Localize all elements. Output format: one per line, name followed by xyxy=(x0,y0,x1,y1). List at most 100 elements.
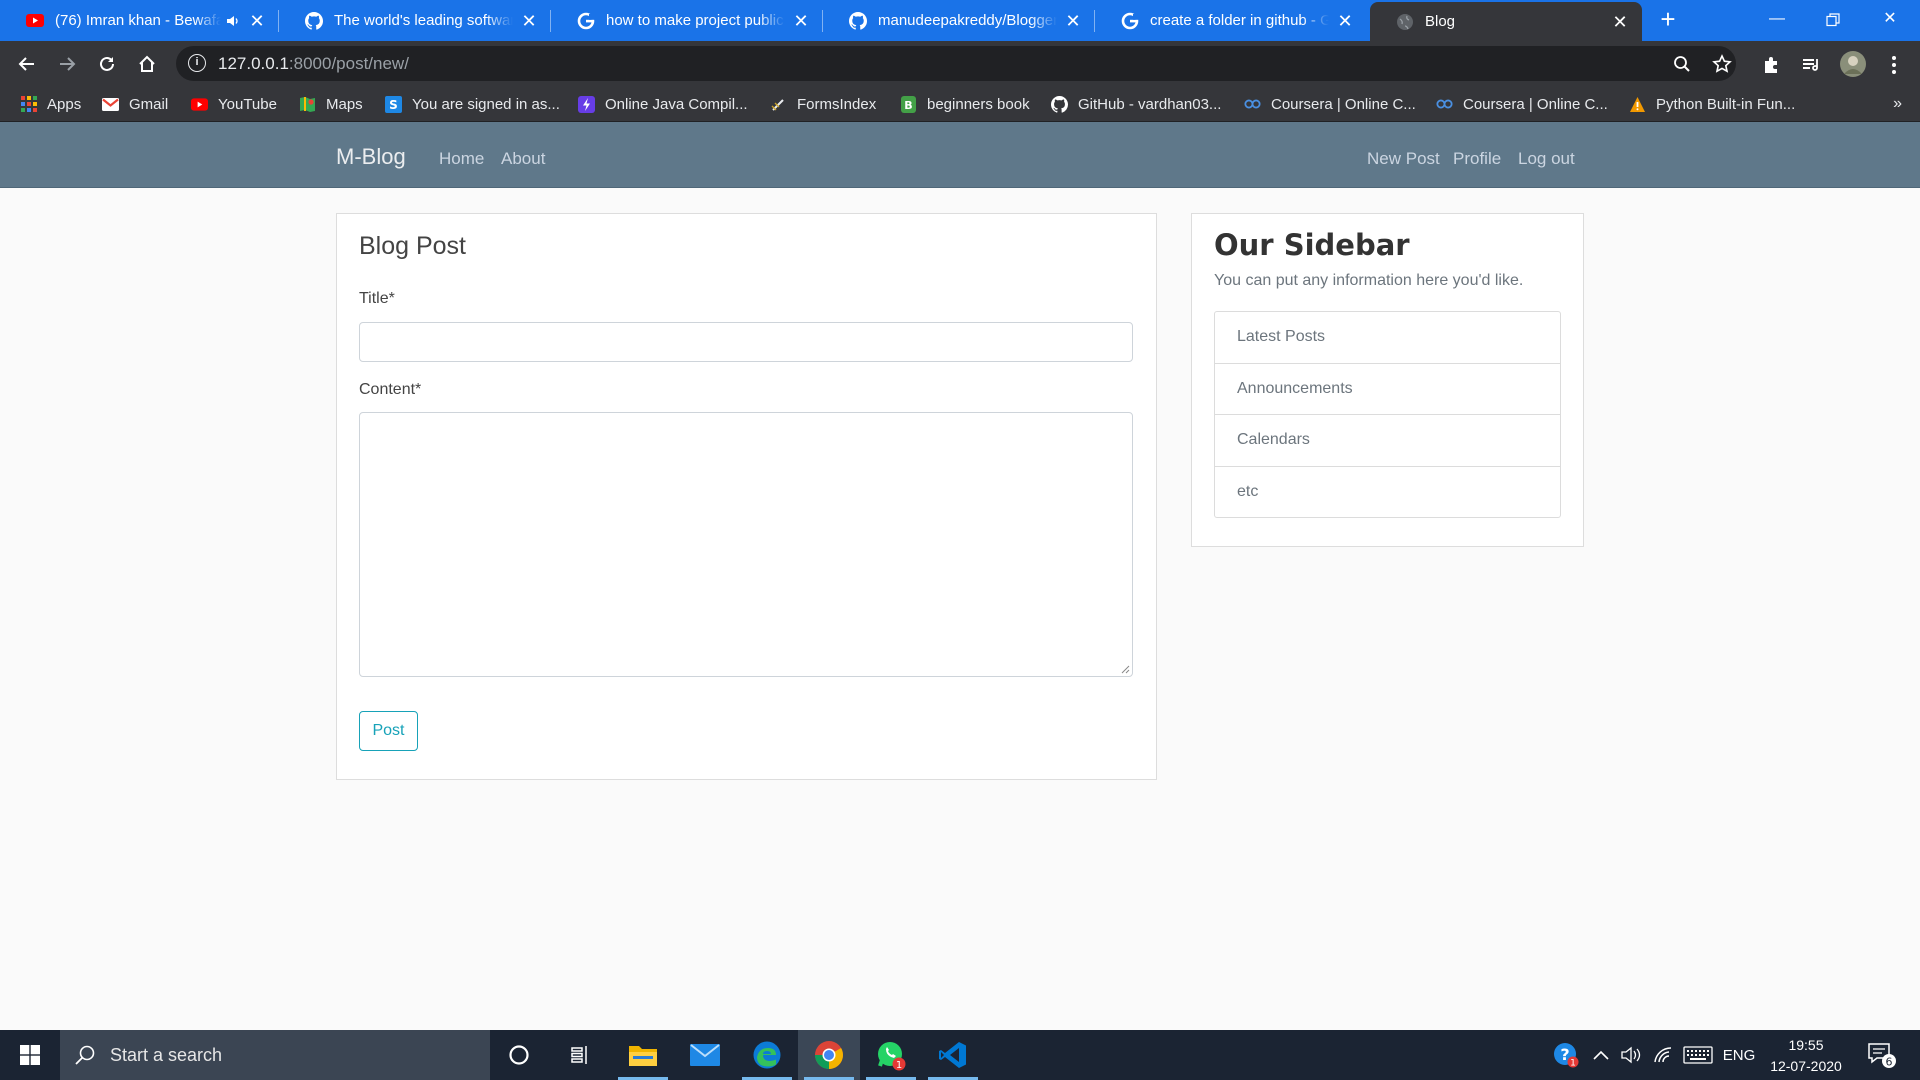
globe-icon xyxy=(1396,13,1414,31)
taskbar-clock[interactable]: 19:55 12-07-2020 xyxy=(1764,1035,1848,1077)
file-explorer-button[interactable] xyxy=(612,1030,674,1080)
home-icon xyxy=(139,55,155,72)
mail-button[interactable] xyxy=(674,1030,736,1080)
speaker-icon[interactable] xyxy=(225,13,241,29)
sidebar-item-announcements[interactable]: Announcements xyxy=(1215,364,1560,415)
title-input[interactable] xyxy=(359,322,1133,362)
forward-arrow-icon xyxy=(60,57,76,71)
edge-icon xyxy=(753,1041,781,1069)
close-tab-icon[interactable]: ✕ xyxy=(1337,12,1353,30)
site-info-icon[interactable]: i xyxy=(188,54,206,72)
whatsapp-button[interactable]: 1 xyxy=(860,1030,922,1080)
task-view-button[interactable] xyxy=(550,1030,612,1080)
bookmark-signed-in[interactable]: S You are signed in as... xyxy=(385,87,560,121)
nav-new-post[interactable]: New Post xyxy=(1367,149,1440,169)
tab-title: how to make project public in xyxy=(606,12,785,29)
content-textarea[interactable] xyxy=(359,412,1133,677)
bookmark-label: beginners book xyxy=(927,95,1030,113)
windows-taskbar: Start a search 1 ? 1 ENG 19:55 12-07-2020 xyxy=(0,1030,1920,1080)
search-icon xyxy=(75,1045,95,1065)
show-hidden-icons-chevron-icon[interactable] xyxy=(1588,1030,1614,1080)
bookmark-label: GitHub - vardhan03... xyxy=(1078,95,1222,113)
url-host: 127.0.0.1 xyxy=(218,54,289,73)
touch-keyboard-icon[interactable] xyxy=(1681,1030,1715,1080)
bookmark-gmail[interactable]: Gmail xyxy=(102,87,168,121)
bookmark-java-compiler[interactable]: Online Java Compil... xyxy=(578,87,748,121)
edge-button[interactable] xyxy=(736,1030,798,1080)
help-tray-icon[interactable]: ? 1 xyxy=(1551,1030,1581,1080)
tab-google-search-1[interactable]: how to make project public in ✕ xyxy=(551,0,823,41)
svg-text:S: S xyxy=(389,98,398,112)
new-tab-button[interactable]: + xyxy=(1656,6,1680,32)
input-language[interactable]: ENG xyxy=(1718,1030,1760,1080)
sidebar-item-calendars[interactable]: Calendars xyxy=(1215,415,1560,467)
nav-logout[interactable]: Log out xyxy=(1518,149,1575,169)
minimize-button[interactable]: — xyxy=(1749,0,1805,41)
bookmark-coursera-1[interactable]: Coursera | Online C... xyxy=(1244,87,1416,121)
maps-icon xyxy=(299,96,316,113)
cortana-button[interactable] xyxy=(488,1030,550,1080)
wifi-icon[interactable] xyxy=(1649,1030,1677,1080)
whatsapp-icon: 1 xyxy=(878,1042,906,1071)
profile-avatar[interactable] xyxy=(1838,49,1868,79)
sidebar-item-etc[interactable]: etc xyxy=(1215,467,1560,519)
start-button[interactable] xyxy=(0,1030,60,1080)
sidebar-subtitle: You can put any information here you'd l… xyxy=(1214,272,1524,289)
chrome-icon xyxy=(815,1041,843,1069)
windows-logo-icon xyxy=(20,1045,40,1065)
url-text[interactable]: 127.0.0.1:8000/post/new/ xyxy=(218,54,409,74)
more-bookmarks-button[interactable]: » xyxy=(1893,95,1902,113)
taskbar-search-box[interactable]: Start a search xyxy=(60,1030,490,1080)
bookmark-maps[interactable]: Maps xyxy=(299,87,363,121)
bookmark-coursera-2[interactable]: Coursera | Online C... xyxy=(1436,87,1608,121)
github-icon xyxy=(849,11,867,30)
bookmark-youtube[interactable]: YouTube xyxy=(191,87,277,121)
zoom-search-icon[interactable] xyxy=(1670,52,1694,76)
close-tab-icon[interactable]: ✕ xyxy=(793,12,809,30)
s-icon: S xyxy=(385,95,402,113)
forward-button[interactable] xyxy=(52,49,82,79)
sidebar-item-latest-posts[interactable]: Latest Posts xyxy=(1215,312,1560,364)
site-brand[interactable]: M-Blog xyxy=(336,144,406,170)
task-view-icon xyxy=(571,1046,587,1064)
bookmark-github-vardhan[interactable]: GitHub - vardhan03... xyxy=(1051,87,1221,121)
reload-button[interactable] xyxy=(92,49,122,79)
bookmark-label: YouTube xyxy=(218,95,277,113)
tab-github-home[interactable]: The world's leading software ✕ xyxy=(279,0,551,41)
address-bar[interactable]: i 127.0.0.1:8000/post/new/ xyxy=(176,46,1736,81)
tab-google-search-2[interactable]: create a folder in github - Go ✕ xyxy=(1095,0,1367,41)
bookmark-apps[interactable]: Apps xyxy=(20,87,81,121)
chrome-button[interactable] xyxy=(798,1030,860,1080)
media-queue-icon[interactable] xyxy=(1799,53,1823,77)
bookmark-label: Coursera | Online C... xyxy=(1463,95,1608,113)
nav-about[interactable]: About xyxy=(501,149,545,169)
back-button[interactable] xyxy=(12,49,42,79)
nav-home[interactable]: Home xyxy=(439,149,484,169)
tab-blog-active[interactable]: Blog ✕ xyxy=(1370,2,1642,41)
bookmark-python-builtins[interactable]: Python Built-in Fun... xyxy=(1629,87,1795,121)
home-button[interactable] xyxy=(132,49,162,79)
browser-menu-kebab-icon[interactable] xyxy=(1882,53,1906,77)
bookmark-label: FormsIndex xyxy=(797,95,877,113)
bookmark-star-icon[interactable] xyxy=(1710,52,1734,76)
bookmark-label: Apps xyxy=(47,95,82,113)
post-submit-button[interactable]: Post xyxy=(359,711,418,751)
tab-github-repo[interactable]: manudeepakreddy/Blogger: ✕ xyxy=(823,0,1095,41)
bolt-icon xyxy=(578,95,595,113)
extensions-puzzle-icon[interactable] xyxy=(1760,53,1784,77)
close-tab-icon[interactable]: ✕ xyxy=(249,12,265,30)
close-tab-icon[interactable]: ✕ xyxy=(1065,12,1081,30)
vscode-button[interactable] xyxy=(922,1030,984,1080)
bookmark-formsindex[interactable]: FormsIndex xyxy=(770,87,876,121)
search-placeholder: Start a search xyxy=(110,1044,223,1065)
nav-profile[interactable]: Profile xyxy=(1453,149,1501,169)
restore-button[interactable] xyxy=(1805,0,1861,41)
tab-youtube[interactable]: (76) Imran khan - Bewafa ✕ xyxy=(0,0,279,41)
close-tab-icon[interactable]: ✕ xyxy=(521,12,537,30)
volume-icon[interactable] xyxy=(1617,1030,1645,1080)
close-tab-icon[interactable]: ✕ xyxy=(1612,13,1628,31)
action-center-button[interactable]: 6 xyxy=(1860,1030,1904,1080)
close-window-button[interactable]: ✕ xyxy=(1862,0,1918,41)
bookmark-beginners-book[interactable]: B beginners book xyxy=(900,87,1030,121)
resize-grip-icon[interactable] xyxy=(1120,664,1130,674)
